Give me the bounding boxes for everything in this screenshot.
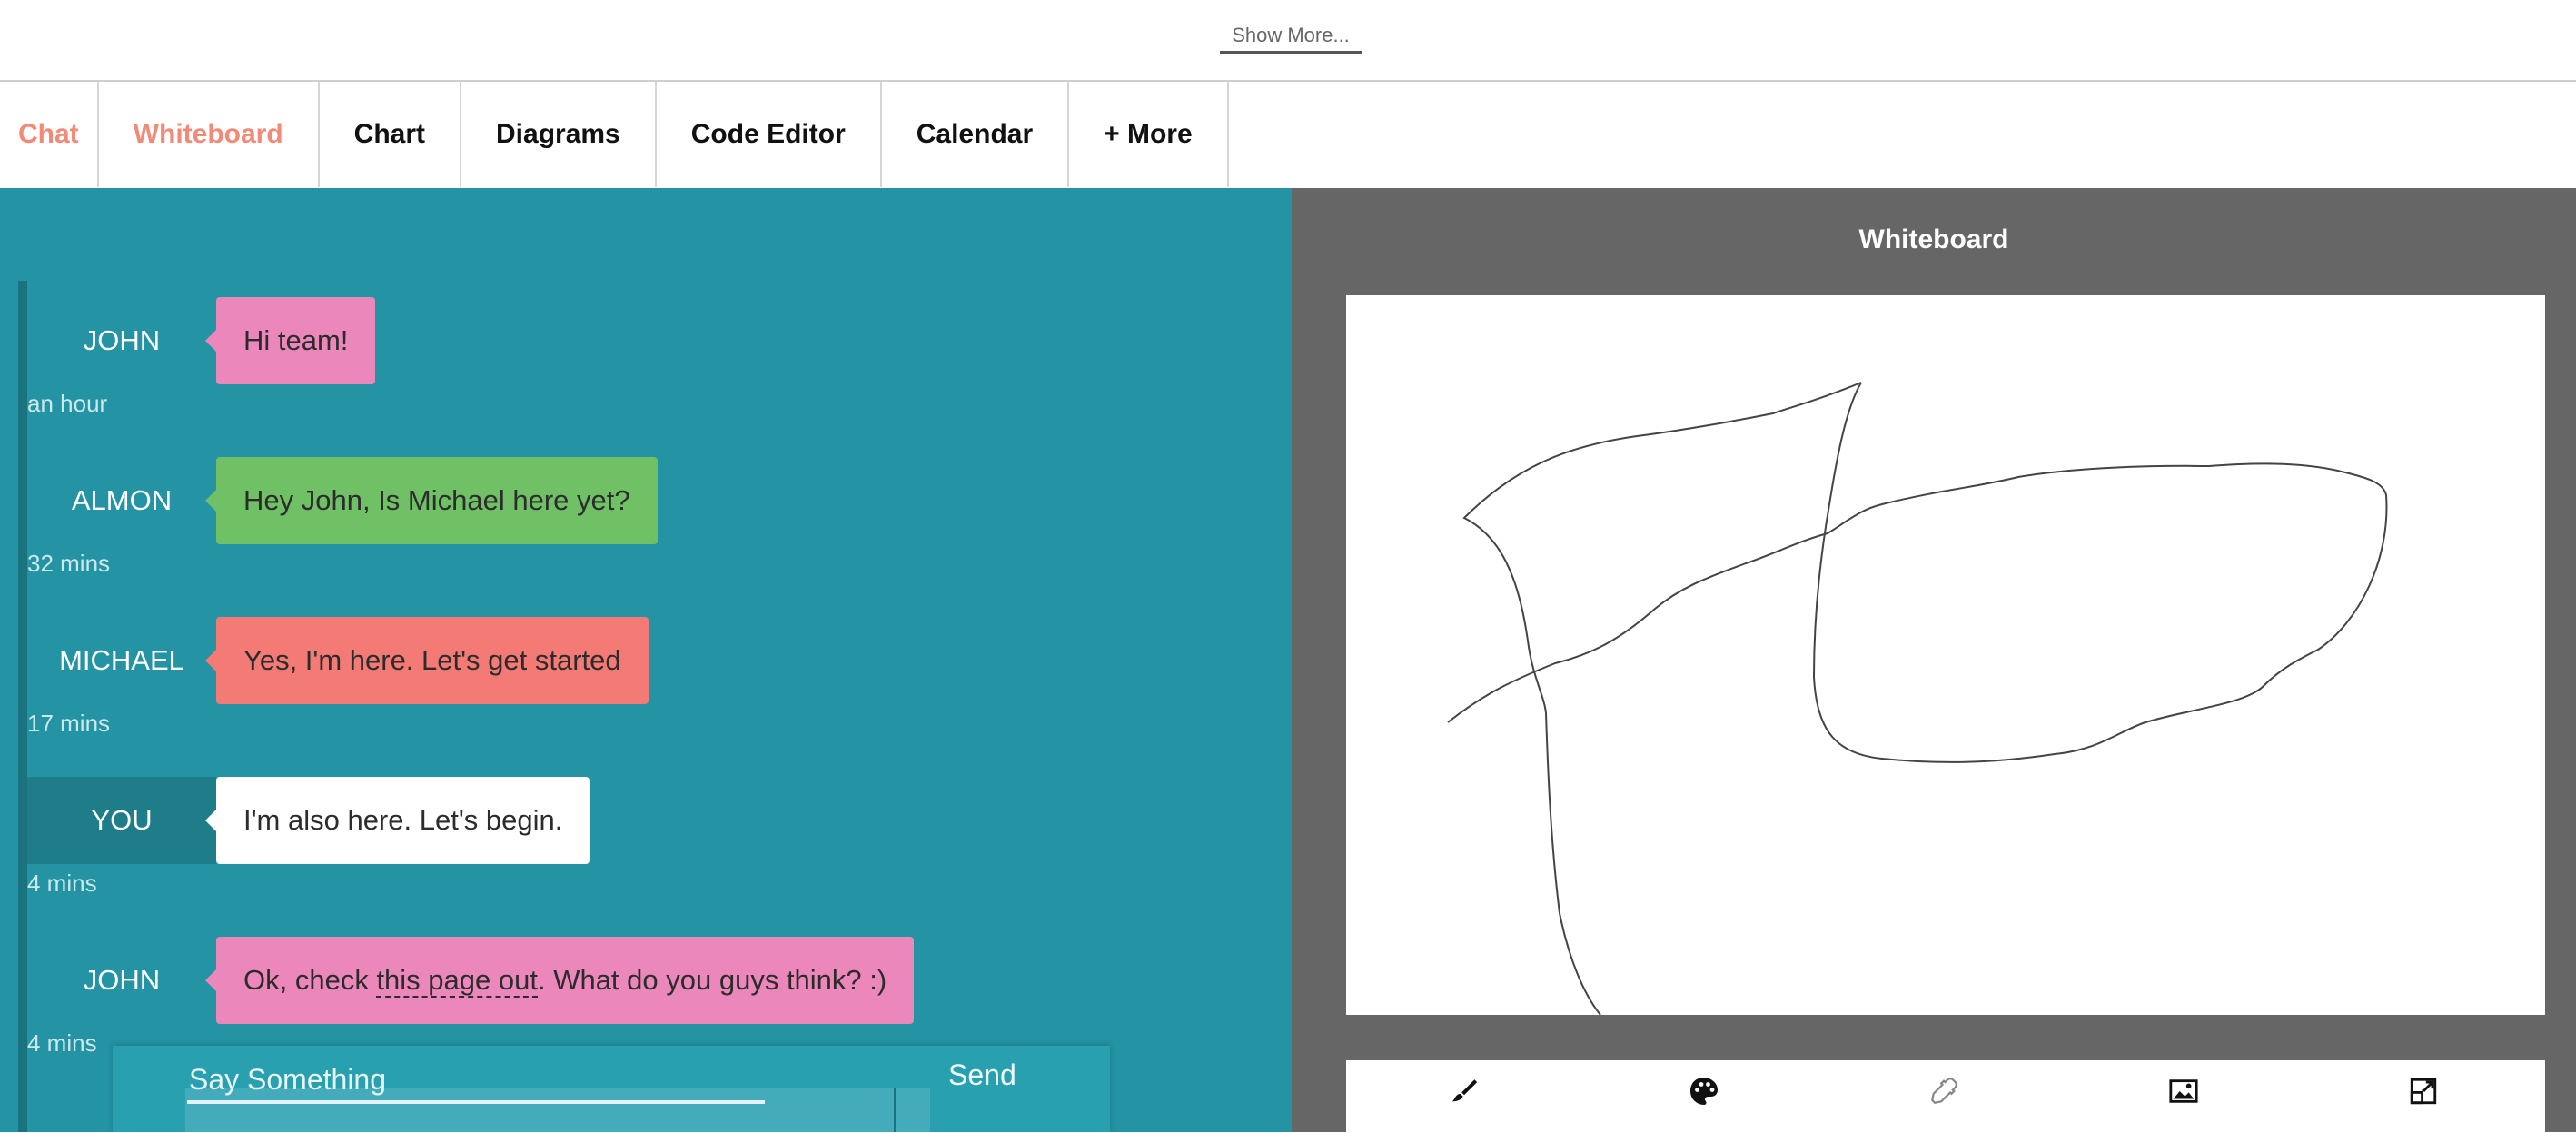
eyedropper-icon[interactable]	[1926, 1073, 1962, 1109]
message-text: Ok, check	[243, 964, 377, 996]
sender-name: JOHN	[83, 964, 161, 996]
image-icon[interactable]	[2165, 1073, 2202, 1109]
sender-name: YOU	[27, 777, 216, 864]
palette-icon[interactable]	[1686, 1073, 1722, 1109]
brush-icon[interactable]	[1446, 1073, 1482, 1109]
message-time: 32 mins	[27, 550, 111, 577]
sender-name: MICHAEL	[59, 644, 184, 676]
composer-divider	[894, 1088, 896, 1132]
expand-icon[interactable]	[2405, 1073, 2442, 1109]
tab-whiteboard[interactable]: Whiteboard	[99, 82, 320, 187]
sender-name: JOHN	[83, 324, 161, 356]
whiteboard-title: Whiteboard	[1858, 224, 2009, 254]
message-text: . What do you guys think? :)	[537, 964, 887, 996]
message-time: an hour	[27, 390, 108, 417]
tab-bar: Chat Whiteboard Chart Diagrams Code Edit…	[0, 82, 2576, 187]
top-bar: Show More...	[0, 0, 2576, 82]
whiteboard-panel: Whiteboard	[1292, 188, 2576, 1133]
tab-chart[interactable]: Chart	[320, 82, 462, 187]
send-button[interactable]: Send	[948, 1058, 1016, 1092]
message-bubble: Yes, I'm here. Let's get started	[205, 617, 649, 704]
message-link[interactable]: this page out	[376, 964, 538, 998]
message-bubble: Hey John, Is Michael here yet?	[205, 457, 658, 544]
tab-calendar[interactable]: Calendar	[882, 82, 1070, 187]
chat-timeline-rail	[18, 281, 27, 1132]
whiteboard-drawing	[1447, 382, 2388, 1016]
message-bubble: Ok, check this page out. What do you guy…	[204, 937, 915, 1024]
tab-chat[interactable]: Chat	[0, 82, 99, 187]
tab-diagrams[interactable]: Diagrams	[461, 82, 657, 187]
message-time: 4 mins	[27, 870, 97, 897]
chat-panel: JOHN Hi team! an hour ALMON Hey John, Is…	[0, 188, 1292, 1132]
message-time: 17 mins	[27, 710, 111, 737]
tab-more[interactable]: + More	[1069, 82, 1229, 187]
message-bubble: Hi team!	[204, 297, 376, 384]
message-input[interactable]	[187, 1058, 765, 1104]
show-more-link[interactable]: Show More...	[1220, 20, 1362, 54]
sender-name: ALMON	[71, 484, 173, 516]
message-time: 4 mins	[27, 1029, 97, 1057]
whiteboard-toolbar	[1346, 1060, 2545, 1133]
message-bubble: I'm also here. Let's begin.	[204, 777, 590, 864]
whiteboard-canvas[interactable]	[1346, 295, 2545, 1016]
message-composer: Send	[113, 1046, 1110, 1132]
tab-code-editor[interactable]: Code Editor	[657, 82, 882, 187]
